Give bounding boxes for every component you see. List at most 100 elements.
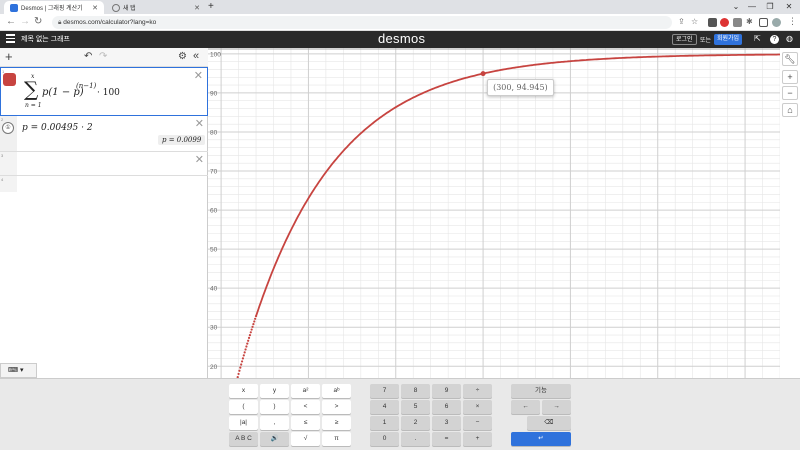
key-less-than[interactable]: < [291,400,320,414]
key-9[interactable]: 9 [432,384,461,398]
desmos-logo: desmos [378,31,426,46]
key-decimal[interactable]: . [401,432,430,446]
tab-desmos[interactable]: Desmos | 그래핑 계산기 ✕ [4,1,104,14]
key-close-paren[interactable]: ) [260,400,289,414]
key-right-arrow[interactable]: → [542,400,571,414]
key-5[interactable]: 5 [401,400,430,414]
extension-icon[interactable] [733,18,742,27]
math-keypad: x y a² aᵇ 7 8 9 ÷ 기능 ( ) < > 4 5 6 × ← →… [0,378,800,450]
p-definition[interactable]: p = 0.00495 · 2 [22,123,93,133]
minimize-button[interactable]: — [742,0,762,13]
sidebar-icon[interactable] [759,18,768,27]
close-tab-icon[interactable]: ✕ [194,4,200,12]
key-sqrt[interactable]: √ [291,432,320,446]
maximize-button[interactable]: ❐ [760,0,780,13]
hamburger-menu-icon[interactable] [6,34,15,44]
zoom-out-button[interactable]: − [782,86,798,100]
share-graph-icon[interactable]: ⇱ [754,34,761,43]
key-functions[interactable]: 기능 [511,384,571,398]
expression-row-2[interactable]: 2 ① p = 0.00495 · 2 p = 0.0099 ✕ [0,116,208,152]
key-equals[interactable]: = [432,432,461,446]
profile-avatar[interactable] [772,18,781,27]
zoom-in-button[interactable]: + [782,70,798,84]
key-plus[interactable]: + [463,432,492,446]
curve-color-icon[interactable] [3,73,16,86]
expression-row-3[interactable]: 3 ✕ [0,152,208,176]
undo-icon[interactable]: ↶ [84,51,92,62]
key-greater-than[interactable]: > [322,400,351,414]
expression-index: 4 [1,177,4,182]
graph-svg[interactable]: 100 90 80 70 60 50 40 30 20 [208,48,780,378]
help-icon[interactable]: ? [770,35,779,44]
key-backspace-icon[interactable]: ⌫ [527,416,571,430]
key-divide[interactable]: ÷ [463,384,492,398]
home-view-icon[interactable]: ⌂ [782,103,798,117]
key-6[interactable]: 6 [432,400,461,414]
share-icon[interactable]: ⇪ [678,17,685,26]
url-text: desmos.com/calculator?lang=ko [63,19,157,26]
key-greater-equal[interactable]: ≥ [322,416,351,430]
collapse-list-icon[interactable]: « [193,50,199,62]
key-open-paren[interactable]: ( [229,400,258,414]
graph-settings-wrench-icon[interactable]: 🔧︎ [782,52,798,66]
close-tab-icon[interactable]: ✕ [92,4,98,12]
expression-gutter: 1 [1,68,18,115]
highlight-point[interactable] [480,71,486,77]
extension-icon[interactable] [708,18,717,27]
language-globe-icon[interactable]: ◍ [786,34,793,43]
key-4[interactable]: 4 [370,400,399,414]
signup-button[interactable]: 회원가입 [714,34,743,45]
close-window-button[interactable]: ✕ [779,0,799,13]
curve-point [237,372,240,376]
key-1[interactable]: 1 [370,416,399,430]
key-7[interactable]: 7 [370,384,399,398]
delete-expression-icon[interactable]: ✕ [194,69,203,82]
back-icon[interactable]: ← [6,16,16,27]
curve-point [247,339,250,342]
key-8[interactable]: 8 [401,384,430,398]
reload-icon[interactable]: ↻ [34,16,42,27]
key-2[interactable]: 2 [401,416,430,430]
bookmark-star-icon[interactable]: ☆ [691,17,698,26]
key-abc[interactable]: A B C [229,432,258,446]
key-multiply[interactable]: × [463,400,492,414]
key-comma[interactable]: , [260,416,289,430]
add-item-icon[interactable]: + [5,49,13,64]
keyboard-toggle-button[interactable]: ⌨ ▾ [0,363,37,378]
graph-canvas[interactable]: 100 90 80 70 60 50 40 30 20 (300, 94.945) [208,48,780,378]
graph-title[interactable]: 제목 없는 그래프 [21,34,70,44]
settings-gear-icon[interactable]: ⚙ [178,51,187,62]
key-left-arrow[interactable]: ← [511,400,540,414]
forward-icon[interactable]: → [20,16,30,27]
key-pi[interactable]: π [322,432,351,446]
key-3[interactable]: 3 [432,416,461,430]
key-x[interactable]: x [229,384,258,398]
adblock-icon[interactable] [720,18,729,27]
redo-icon[interactable]: ↷ [99,51,107,62]
expression-row-1[interactable]: 1 x ∑ n = 1 p(1 − p) (n−1) · 100 ✕ [0,67,208,116]
key-less-equal[interactable]: ≤ [291,416,320,430]
expression-gutter: 2 ① [0,116,17,151]
key-minus[interactable]: − [463,416,492,430]
key-enter-icon[interactable]: ↵ [511,432,571,446]
expression-row-4[interactable]: 4 [0,176,208,192]
url-field[interactable]: 🔒︎ desmos.com/calculator?lang=ko [52,16,672,29]
menu-dots-icon[interactable]: ⋮ [788,16,797,27]
key-audio-icon[interactable]: 🔊 [260,432,289,446]
delete-expression-icon[interactable]: ✕ [195,153,204,166]
tab-new[interactable]: 새 탭 ✕ [106,1,206,14]
key-square[interactable]: a² [291,384,320,398]
sum-expression[interactable]: x ∑ n = 1 p(1 − p) (n−1) · 100 [23,73,183,113]
slider-play-icon[interactable]: ① [2,122,14,134]
login-button[interactable]: 로그인 [672,34,697,45]
puzzle-icon[interactable]: ✱ [746,17,753,26]
delete-expression-icon[interactable]: ✕ [195,117,204,130]
new-tab-button[interactable]: + [208,1,214,12]
y-tick-label: 50 [210,247,218,254]
key-0[interactable]: 0 [370,432,399,446]
y-tick-label: 30 [210,325,218,332]
grid-major [208,48,780,378]
key-y[interactable]: y [260,384,289,398]
key-abs[interactable]: |a| [229,416,258,430]
key-power[interactable]: aᵇ [322,384,351,398]
